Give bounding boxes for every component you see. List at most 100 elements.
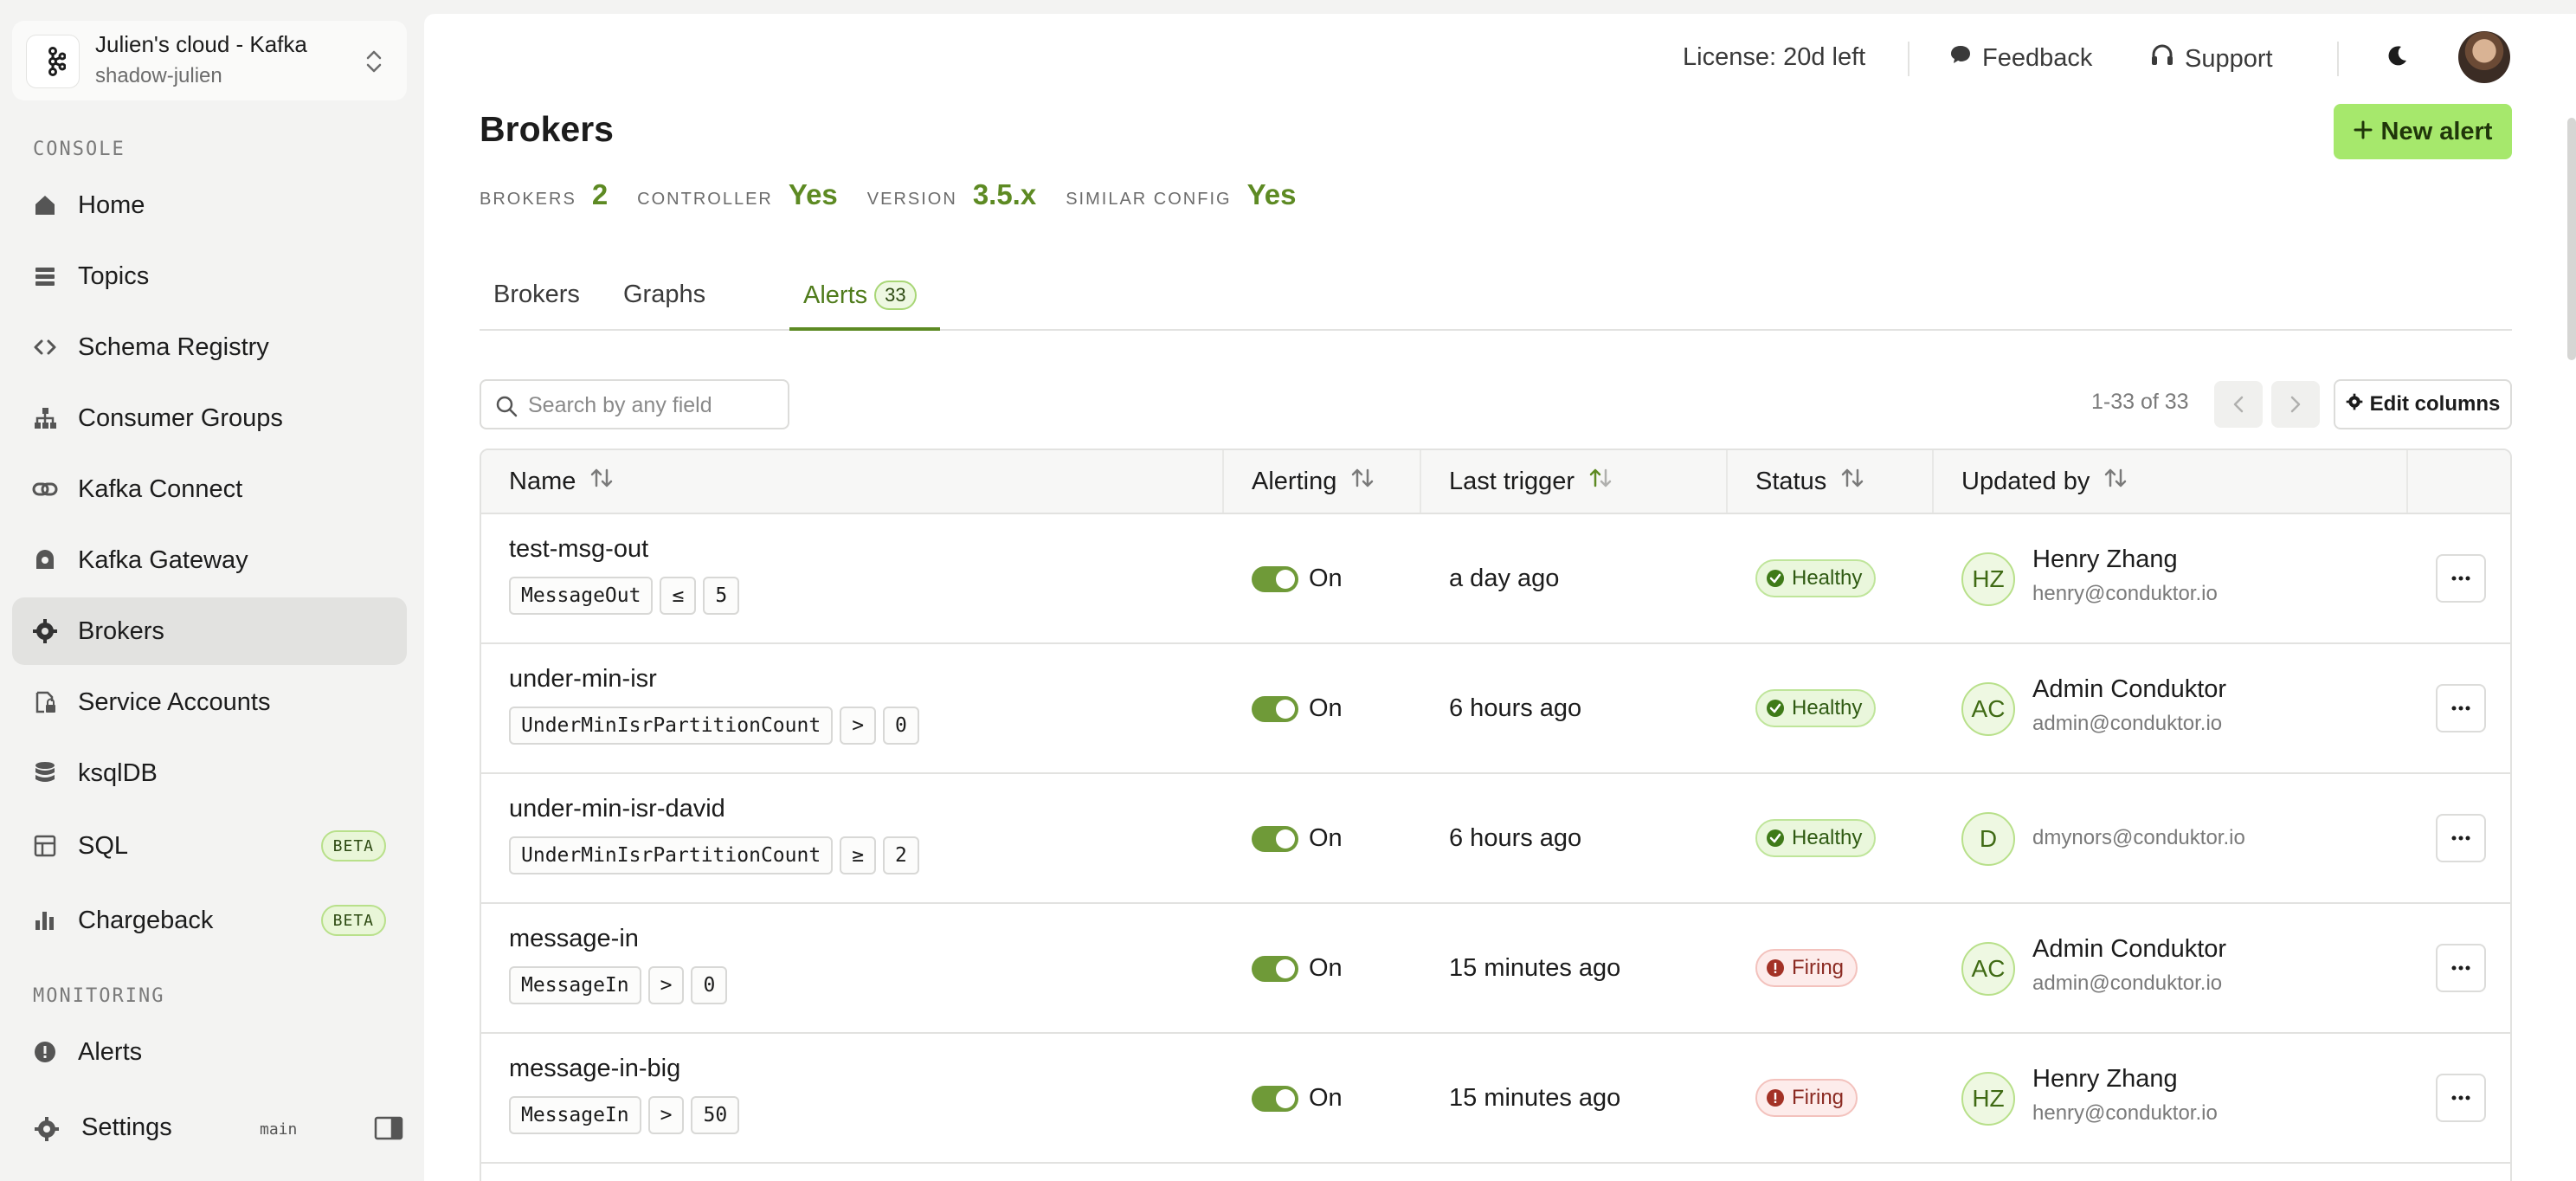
- user-avatar[interactable]: [2458, 31, 2510, 83]
- sidebar-item-home[interactable]: Home: [12, 171, 407, 239]
- alert-name[interactable]: message-in: [509, 925, 639, 953]
- tab-alerts[interactable]: Alerts 33: [803, 281, 917, 310]
- condition-chips: MessageIn >0: [509, 966, 728, 1004]
- sidebar-item-label: Brokers: [78, 616, 164, 645]
- more-actions-button[interactable]: [2436, 1074, 2486, 1122]
- table-row[interactable]: test-msg-out MessageOut ≤5 On a day ago Healt…: [481, 514, 2510, 644]
- sidebar-item-label: SQL: [78, 831, 129, 860]
- beta-badge: BETA: [320, 830, 386, 862]
- table-row[interactable]: under-min-isr-david UnderMinIsrPartitionC…: [481, 774, 2510, 904]
- sidebar-item-consumer-groups[interactable]: Consumer Groups: [12, 384, 407, 452]
- sidebar-item-kafka-connect[interactable]: Kafka Connect: [12, 455, 407, 523]
- table-row[interactable]: message-in MessageIn >0 On 15 minutes ago Fir…: [481, 904, 2510, 1034]
- column-header-status[interactable]: Status: [1728, 450, 1934, 513]
- sidebar-item-label: Kafka Connect: [78, 474, 243, 503]
- gear-icon: [2346, 392, 2363, 416]
- sort-icon: [1350, 467, 1375, 496]
- plus-icon: [2354, 118, 2373, 146]
- kafka-logo-icon: [26, 35, 80, 88]
- sidebar-item-label: Topics: [78, 261, 150, 290]
- metric-chip: MessageOut: [509, 577, 654, 615]
- user-email: dmynors@conduktor.io: [2032, 826, 2245, 849]
- sidebar-item-label: Kafka Gateway: [78, 545, 248, 574]
- user-email: admin@conduktor.io: [2032, 712, 2223, 735]
- column-label: Last trigger: [1449, 467, 1575, 495]
- sidebar-item-kafka-gateway[interactable]: Kafka Gateway: [12, 526, 407, 594]
- sidebar-item-service-accounts[interactable]: Service Accounts: [12, 668, 407, 736]
- support-button[interactable]: Support: [2150, 43, 2273, 74]
- table-row[interactable]: under-min-isr UnderMinIsrPartitionCount >0…: [481, 644, 2510, 774]
- tab-brokers[interactable]: Brokers: [493, 281, 580, 309]
- moon-icon[interactable]: [2384, 43, 2410, 74]
- actions-cell: [2408, 904, 2510, 1032]
- alerting-toggle[interactable]: [1252, 956, 1298, 982]
- operator-chip: >: [647, 1096, 685, 1134]
- more-horizontal-icon: [2451, 576, 2470, 581]
- alert-icon: [31, 1038, 59, 1066]
- alert-name[interactable]: message-in-big: [509, 1055, 680, 1083]
- sidebar-item-label: Consumer Groups: [78, 403, 283, 432]
- status-cell: Healthy: [1728, 514, 1934, 642]
- hierarchy-icon: [31, 404, 59, 432]
- alerting-toggle[interactable]: [1252, 566, 1298, 592]
- column-header-alerting[interactable]: Alerting: [1224, 450, 1421, 513]
- broker-stats: BROKERS 2 CONTROLLER Yes VERSION 3.5.x S…: [480, 178, 1325, 211]
- new-alert-button[interactable]: New alert: [2334, 104, 2512, 159]
- search-input[interactable]: [528, 390, 779, 421]
- alert-name[interactable]: test-msg-out: [509, 535, 648, 564]
- sort-ascending-icon: [1588, 467, 1613, 496]
- tab-graphs[interactable]: Graphs: [623, 281, 705, 309]
- file-lock-icon: [31, 688, 59, 716]
- more-actions-button[interactable]: [2436, 554, 2486, 603]
- alert-name[interactable]: under-min-isr-david: [509, 795, 725, 823]
- check-circle-icon: [1767, 829, 1784, 847]
- alerts-count-badge: 33: [874, 281, 917, 310]
- feedback-button[interactable]: Feedback: [1949, 43, 2092, 73]
- alerting-toggle[interactable]: [1252, 1086, 1298, 1112]
- sidebar-settings[interactable]: Settings main: [12, 1096, 407, 1160]
- more-horizontal-icon: [2451, 965, 2470, 971]
- edit-columns-label: Edit columns: [2369, 392, 2501, 416]
- sidebar-item-chargeback[interactable]: Chargeback BETA: [12, 887, 407, 954]
- alerting-toggle[interactable]: [1252, 696, 1298, 722]
- threshold-chip: 2: [883, 836, 919, 874]
- name-cell: under-min-isr-david UnderMinIsrPartitionC…: [481, 774, 1224, 902]
- more-actions-button[interactable]: [2436, 944, 2486, 992]
- user-email: admin@conduktor.io: [2032, 971, 2223, 995]
- sidebar-item-sql[interactable]: SQL BETA: [12, 812, 407, 880]
- stat-value: 3.5.x: [972, 178, 1037, 210]
- column-header-last-trigger[interactable]: Last trigger: [1421, 450, 1728, 513]
- edit-columns-button[interactable]: Edit columns: [2334, 379, 2512, 429]
- cog-icon: [31, 617, 59, 645]
- alerting-cell: On: [1224, 774, 1421, 902]
- more-actions-button[interactable]: [2436, 684, 2486, 732]
- column-header-updated-by[interactable]: Updated by: [1934, 450, 2408, 513]
- sidebar-item-brokers[interactable]: Brokers: [12, 597, 407, 665]
- updated-by-cell: Ddmynors@conduktor.io: [1934, 774, 2408, 902]
- check-circle-icon: [1767, 700, 1784, 717]
- table-row[interactable]: message-in-big MessageIn >50 On 15 minutes a…: [481, 1034, 2510, 1164]
- search-field[interactable]: [480, 379, 789, 429]
- prev-page-button[interactable]: [2214, 381, 2263, 428]
- column-header-name[interactable]: Name: [481, 450, 1224, 513]
- metric-chip: MessageIn: [509, 1096, 641, 1134]
- table-icon: [31, 832, 59, 860]
- sidebar-toggle-icon[interactable]: [374, 1115, 403, 1146]
- sidebar-item-schema-registry[interactable]: Schema Registry: [12, 313, 407, 381]
- home-icon: [31, 191, 59, 219]
- sidebar-item-alerts[interactable]: Alerts: [12, 1018, 407, 1086]
- sidebar-item-ksqldb[interactable]: ksqlDB: [12, 739, 407, 807]
- next-page-button[interactable]: [2271, 381, 2320, 428]
- alert-name[interactable]: under-min-isr: [509, 665, 657, 694]
- scrollbar[interactable]: [2567, 118, 2576, 360]
- status-label: Firing: [1792, 1086, 1845, 1109]
- alerting-toggle[interactable]: [1252, 826, 1298, 852]
- more-horizontal-icon: [2451, 836, 2470, 841]
- last-trigger: 15 minutes ago: [1449, 1084, 1621, 1112]
- more-actions-button[interactable]: [2436, 814, 2486, 862]
- workspace-switcher[interactable]: Julien's cloud - Kafka shadow-julien: [12, 21, 407, 100]
- status-badge: Healthy: [1755, 689, 1877, 727]
- actions-cell: [2408, 774, 2510, 902]
- more-horizontal-icon: [2451, 706, 2470, 711]
- sidebar-item-topics[interactable]: Topics: [12, 242, 407, 310]
